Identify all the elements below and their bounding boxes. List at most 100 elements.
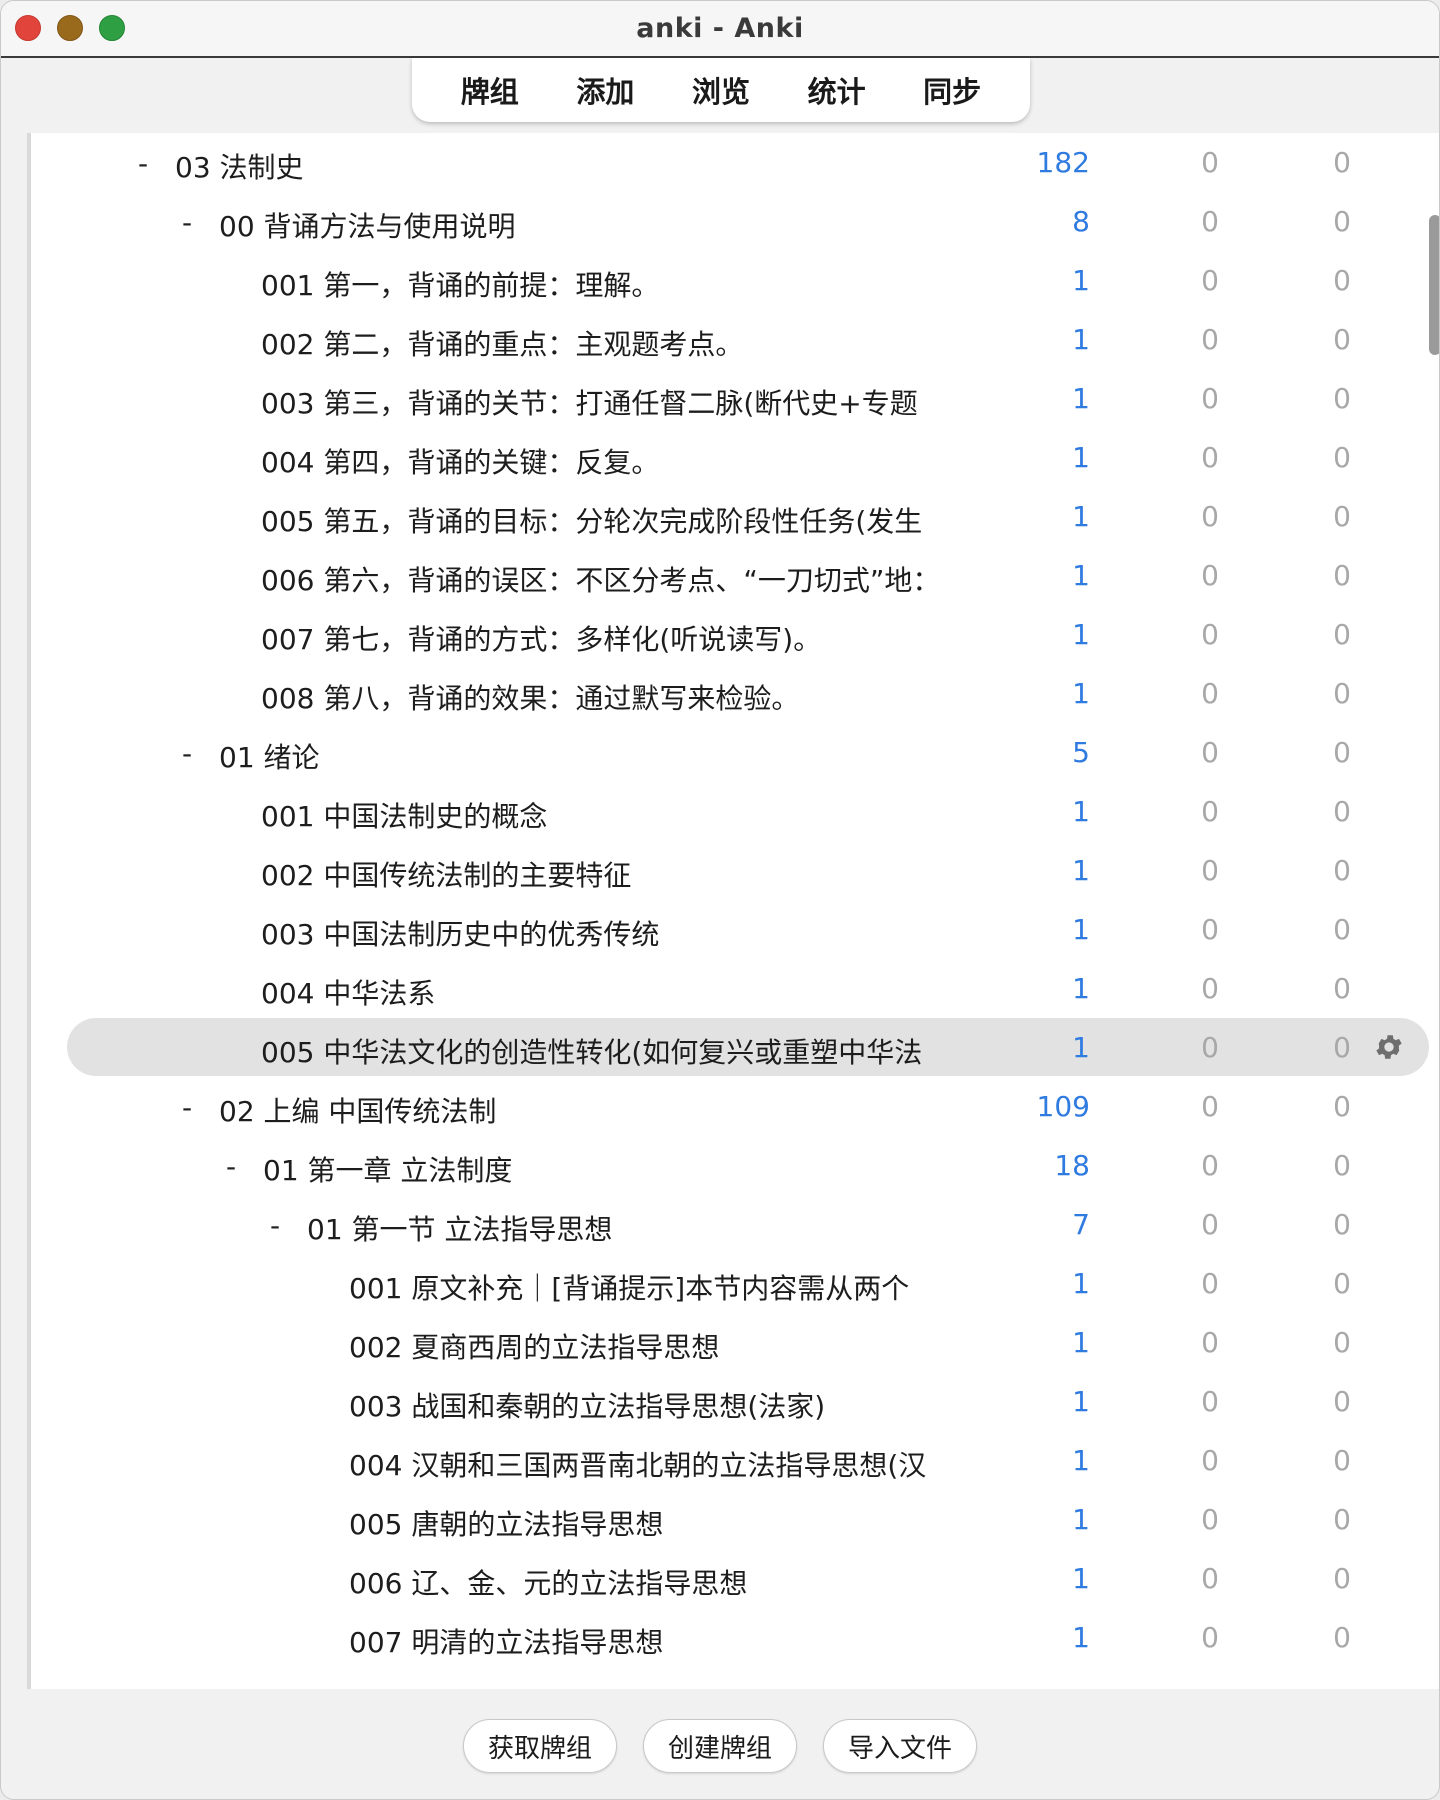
- toolbar-add[interactable]: 添加: [568, 65, 642, 115]
- toolbar-sync[interactable]: 同步: [915, 65, 989, 115]
- due-count: 0: [1333, 1149, 1351, 1182]
- deck-name[interactable]: 005 第五，背诵的目标：分轮次完成阶段性任务(发生: [261, 500, 956, 540]
- deck-name[interactable]: 004 第四，背诵的关键：反复。: [261, 441, 956, 481]
- learn-count: 0: [1201, 1149, 1219, 1182]
- deck-name[interactable]: 003 第三，背诵的关节：打通任督二脉(断代史+专题: [261, 382, 956, 422]
- due-count: 0: [1333, 618, 1351, 651]
- deck-row[interactable]: 007 第七，背诵的方式：多样化(听说读写)。 1 0 0: [31, 605, 1439, 664]
- deck-name[interactable]: 006 第六，背诵的误区：不区分考点、“一刀切式”地：: [261, 559, 956, 599]
- create-deck-button[interactable]: 创建牌组: [643, 1719, 797, 1773]
- deck-row[interactable]: 004 汉朝和三国两晋南北朝的立法指导思想(汉 1 0 0: [31, 1431, 1439, 1490]
- collapse-toggle[interactable]: -: [265, 1209, 285, 1242]
- deck-row[interactable]: 005 第五，背诵的目标：分轮次完成阶段性任务(发生 1 0 0: [31, 487, 1439, 546]
- deck-name[interactable]: 02 上编 中国传统法制: [219, 1090, 956, 1130]
- anki-main-window: anki - Anki 牌组 添加 浏览 统计 同步 -03 法制史 182 0 0-…: [0, 0, 1440, 1800]
- new-count: 18: [1054, 1149, 1090, 1182]
- deck-name[interactable]: 008 第八，背诵的效果：通过默写来检验。: [261, 677, 956, 717]
- deck-row[interactable]: 005 唐朝的立法指导思想 1 0 0: [31, 1490, 1439, 1549]
- new-count: 182: [1036, 146, 1090, 179]
- deck-row[interactable]: 002 夏商西周的立法指导思想 1 0 0: [31, 1313, 1439, 1372]
- collapse-toggle[interactable]: -: [221, 1150, 241, 1183]
- deck-row[interactable]: -00 背诵方法与使用说明 8 0 0: [31, 192, 1439, 251]
- collapse-toggle[interactable]: -: [133, 147, 153, 180]
- due-count: 0: [1333, 736, 1351, 769]
- learn-count: 0: [1201, 913, 1219, 946]
- deck-row[interactable]: 006 辽、金、元的立法指导思想 1 0 0: [31, 1549, 1439, 1608]
- deck-row[interactable]: 008 第八，背诵的效果：通过默写来检验。 1 0 0: [31, 664, 1439, 723]
- collapse-toggle[interactable]: -: [177, 206, 197, 239]
- toolbar-stats[interactable]: 统计: [800, 65, 874, 115]
- learn-count: 0: [1201, 441, 1219, 474]
- deck-row[interactable]: 003 第三，背诵的关节：打通任督二脉(断代史+专题 1 0 0: [31, 369, 1439, 428]
- deck-row[interactable]: 004 第四，背诵的关键：反复。 1 0 0: [31, 428, 1439, 487]
- new-count: 1: [1072, 323, 1090, 356]
- deck-name[interactable]: 002 中国传统法制的主要特征: [261, 854, 956, 894]
- due-count: 0: [1333, 677, 1351, 710]
- gear-icon[interactable]: [1373, 1031, 1405, 1063]
- deck-name[interactable]: 001 原文补充｜[背诵提示]本节内容需从两个: [349, 1267, 956, 1307]
- deck-row[interactable]: 004 中华法系 1 0 0: [31, 959, 1439, 1018]
- new-count: 1: [1072, 382, 1090, 415]
- deck-name[interactable]: 00 背诵方法与使用说明: [219, 205, 956, 245]
- deck-name[interactable]: 005 中华法文化的创造性转化(如何复兴或重塑中华法: [261, 1031, 956, 1071]
- collapse-toggle[interactable]: -: [177, 737, 197, 770]
- new-count: 1: [1072, 677, 1090, 710]
- due-count: 0: [1333, 382, 1351, 415]
- due-count: 0: [1333, 264, 1351, 297]
- deck-name[interactable]: 002 夏商西周的立法指导思想: [349, 1326, 956, 1366]
- deck-row[interactable]: 002 中国传统法制的主要特征 1 0 0: [31, 841, 1439, 900]
- toolbar-decks[interactable]: 牌组: [453, 65, 527, 115]
- new-count: 1: [1072, 1503, 1090, 1536]
- learn-count: 0: [1201, 1267, 1219, 1300]
- deck-row[interactable]: -01 绪论 5 0 0: [31, 723, 1439, 782]
- window-title: anki - Anki: [636, 13, 804, 44]
- deck-row[interactable]: 001 原文补充｜[背诵提示]本节内容需从两个 1 0 0: [31, 1254, 1439, 1313]
- get-shared-button[interactable]: 获取牌组: [463, 1719, 617, 1773]
- import-file-button[interactable]: 导入文件: [823, 1719, 977, 1773]
- window-controls: [15, 15, 125, 41]
- deck-row[interactable]: 006 第六，背诵的误区：不区分考点、“一刀切式”地： 1 0 0: [31, 546, 1439, 605]
- maximize-window-button[interactable]: [99, 15, 125, 41]
- deck-name[interactable]: 01 第一章 立法制度: [263, 1149, 956, 1189]
- deck-name[interactable]: 001 第一，背诵的前提：理解。: [261, 264, 956, 304]
- deck-list: -03 法制史 182 0 0-00 背诵方法与使用说明 8 0 0 001 第一，背诵的前提…: [27, 133, 1439, 1689]
- toolbar-browse[interactable]: 浏览: [684, 65, 758, 115]
- deck-row[interactable]: -02 上编 中国传统法制 109 0 0: [31, 1077, 1439, 1136]
- close-window-button[interactable]: [15, 15, 41, 41]
- deck-name[interactable]: 006 辽、金、元的立法指导思想: [349, 1562, 956, 1602]
- deck-name[interactable]: 004 汉朝和三国两晋南北朝的立法指导思想(汉: [349, 1444, 956, 1484]
- due-count: 0: [1333, 1503, 1351, 1536]
- deck-row[interactable]: 007 明清的立法指导思想 1 0 0: [31, 1608, 1439, 1667]
- deck-name[interactable]: 002 第二，背诵的重点：主观题考点。: [261, 323, 956, 363]
- deck-row[interactable]: 003 中国法制历史中的优秀传统 1 0 0: [31, 900, 1439, 959]
- due-count: 0: [1333, 146, 1351, 179]
- deck-row[interactable]: 001 中国法制史的概念 1 0 0: [31, 782, 1439, 841]
- minimize-window-button[interactable]: [57, 15, 83, 41]
- new-count: 1: [1072, 618, 1090, 651]
- new-count: 1: [1072, 913, 1090, 946]
- deck-name[interactable]: 03 法制史: [175, 146, 956, 186]
- deck-name[interactable]: 01 第一节 立法指导思想: [307, 1208, 956, 1248]
- deck-row[interactable]: 001 第一，背诵的前提：理解。 1 0 0: [31, 251, 1439, 310]
- deck-row[interactable]: 002 第二，背诵的重点：主观题考点。 1 0 0: [31, 310, 1439, 369]
- new-count: 1: [1072, 500, 1090, 533]
- due-count: 0: [1333, 1208, 1351, 1241]
- deck-row[interactable]: -01 第一节 立法指导思想 7 0 0: [31, 1195, 1439, 1254]
- deck-row[interactable]: 003 战国和秦朝的立法指导思想(法家) 1 0 0: [31, 1372, 1439, 1431]
- deck-name[interactable]: 001 中国法制史的概念: [261, 795, 956, 835]
- collapse-toggle[interactable]: -: [177, 1091, 197, 1124]
- deck-name[interactable]: 007 第七，背诵的方式：多样化(听说读写)。: [261, 618, 956, 658]
- deck-name[interactable]: 003 战国和秦朝的立法指导思想(法家): [349, 1385, 956, 1425]
- deck-row[interactable]: -03 法制史 182 0 0: [31, 133, 1439, 192]
- due-count: 0: [1333, 559, 1351, 592]
- bottom-bar: 获取牌组 创建牌组 导入文件: [1, 1691, 1439, 1799]
- deck-row[interactable]: 005 中华法文化的创造性转化(如何复兴或重塑中华法 1 0 0: [31, 1018, 1439, 1077]
- deck-name[interactable]: 004 中华法系: [261, 972, 956, 1012]
- deck-name[interactable]: 007 明清的立法指导思想: [349, 1621, 956, 1661]
- learn-count: 0: [1201, 500, 1219, 533]
- deck-name[interactable]: 003 中国法制历史中的优秀传统: [261, 913, 956, 953]
- deck-name[interactable]: 01 绪论: [219, 736, 956, 776]
- deck-name[interactable]: 005 唐朝的立法指导思想: [349, 1503, 956, 1543]
- deck-row[interactable]: -01 第一章 立法制度 18 0 0: [31, 1136, 1439, 1195]
- due-count: 0: [1333, 913, 1351, 946]
